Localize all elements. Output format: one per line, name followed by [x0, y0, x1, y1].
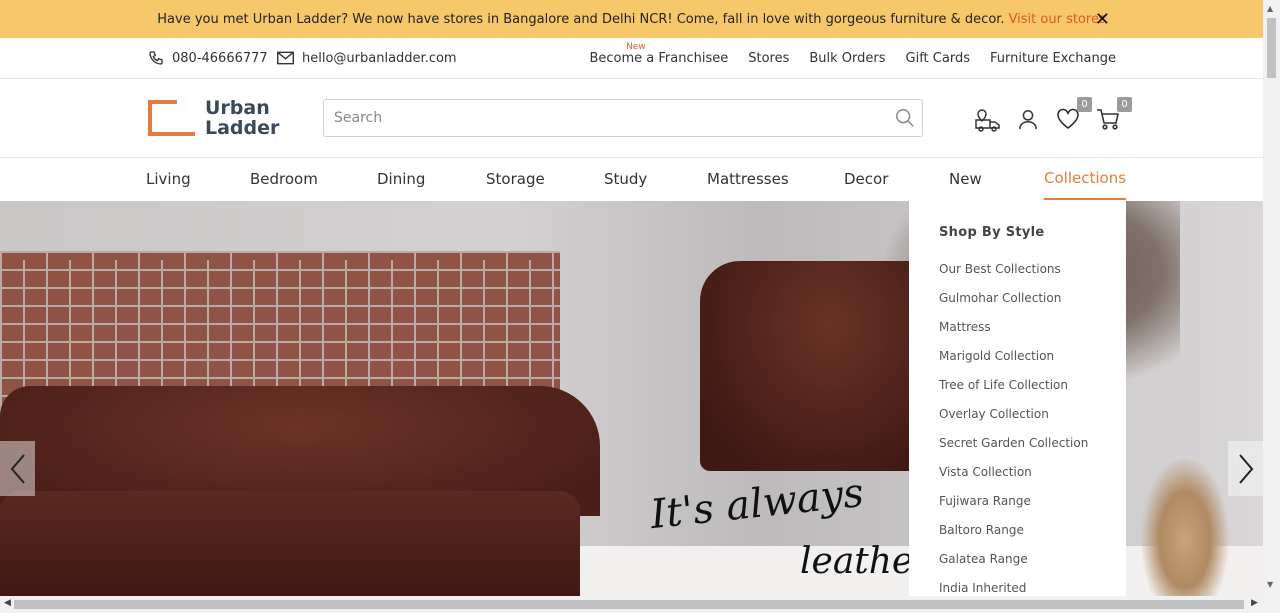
dropdown-item[interactable]: Overlay Collection	[939, 407, 1126, 436]
link-bulk-orders[interactable]: Bulk Orders	[809, 51, 885, 66]
link-gift-cards[interactable]: Gift Cards	[906, 51, 970, 66]
dropdown-item[interactable]: Mattress	[939, 320, 1126, 349]
main-nav: Living Bedroom Dining Storage Study Matt…	[0, 158, 1263, 201]
scroll-down-arrow-icon[interactable]: ▼	[1267, 580, 1273, 589]
logo-line1: Urban	[205, 97, 270, 119]
carousel-prev-button[interactable]	[0, 441, 35, 496]
dropdown-item[interactable]: Secret Garden Collection	[939, 436, 1126, 465]
nav-new[interactable]: New	[949, 158, 982, 200]
link-franchisee[interactable]: Become a Franchisee	[589, 51, 728, 66]
scroll-right-arrow-icon[interactable]: ▶	[1251, 598, 1258, 608]
email-address: hello@urbanladder.com	[302, 50, 457, 66]
cart-icon	[1097, 109, 1119, 130]
vertical-scroll-thumb[interactable]	[1267, 18, 1276, 78]
nav-collections[interactable]: Collections	[1044, 158, 1127, 200]
search-icon[interactable]	[894, 107, 916, 129]
truck-location-icon	[975, 109, 1000, 132]
header-icons: 0 0	[968, 97, 1132, 137]
site-header: Urban Ladder 0 0	[0, 79, 1263, 158]
nav-living[interactable]: Living	[146, 158, 191, 200]
hero-tagline: It's always	[648, 469, 866, 539]
dropdown-item[interactable]: Galatea Range	[939, 552, 1126, 581]
dropdown-item[interactable]: Baltoro Range	[939, 523, 1126, 552]
collections-dropdown: Shop By Style Our Best Collections Gulmo…	[909, 201, 1126, 596]
dropdown-item[interactable]: Gulmohar Collection	[939, 291, 1126, 320]
nav-dining[interactable]: Dining	[377, 158, 425, 200]
wishlist-button[interactable]: 0	[1048, 97, 1092, 137]
cart-count: 0	[1117, 97, 1132, 112]
phone-number: 080-46666777	[172, 50, 268, 66]
link-stores[interactable]: Stores	[748, 51, 789, 66]
carousel-next-button[interactable]	[1228, 441, 1263, 496]
dropdown-item[interactable]: Vista Collection	[939, 465, 1126, 494]
email-contact[interactable]: hello@urbanladder.com	[277, 38, 457, 78]
contact-bar: 080-46666777 hello@urbanladder.com New B…	[0, 38, 1263, 79]
chevron-right-icon	[1238, 453, 1253, 484]
announcement-bar: Have you met Urban Ladder? We now have s…	[0, 0, 1263, 38]
close-icon[interactable]: ✕	[1095, 9, 1110, 30]
pampas-grass-image	[1140, 456, 1230, 596]
utility-links: Become a Franchisee Stores Bulk Orders G…	[569, 38, 1116, 78]
user-icon	[1019, 110, 1037, 130]
search-input[interactable]	[334, 110, 874, 126]
dropdown-item[interactable]: Our Best Collections	[939, 262, 1126, 291]
scroll-up-arrow-icon[interactable]: ▲	[1267, 4, 1273, 13]
dropdown-item[interactable]: India Inherited	[939, 581, 1126, 596]
sofa-seat-image	[0, 491, 580, 596]
logo[interactable]: Urban Ladder	[148, 98, 279, 138]
search-box	[323, 99, 923, 137]
logo-mark	[148, 100, 195, 136]
mail-icon	[277, 51, 294, 65]
vertical-scrollbar[interactable]: ▲ ▼	[1263, 0, 1280, 596]
nav-bedroom[interactable]: Bedroom	[250, 158, 318, 200]
cart-button[interactable]: 0	[1088, 97, 1132, 137]
nav-decor[interactable]: Decor	[844, 158, 888, 200]
dropdown-item[interactable]: Tree of Life Collection	[939, 378, 1126, 407]
horizontal-scrollbar[interactable]: ◀ ▶	[0, 596, 1280, 613]
horizontal-scroll-thumb[interactable]	[14, 600, 1244, 609]
dropdown-item[interactable]: Fujiwara Range	[939, 494, 1126, 523]
scroll-left-arrow-icon[interactable]: ◀	[4, 598, 11, 608]
phone-icon	[149, 51, 163, 65]
logo-text: Urban Ladder	[205, 98, 279, 138]
nav-mattresses[interactable]: Mattresses	[707, 158, 789, 200]
nav-storage[interactable]: Storage	[486, 158, 545, 200]
chevron-left-icon	[10, 453, 25, 484]
dropdown-item[interactable]: Marigold Collection	[939, 349, 1126, 378]
profile-button[interactable]	[1008, 101, 1048, 137]
phone-contact[interactable]: 080-46666777	[148, 38, 268, 78]
nav-study[interactable]: Study	[604, 158, 647, 200]
link-furniture-exchange[interactable]: Furniture Exchange	[990, 51, 1116, 66]
heart-icon	[1057, 108, 1079, 129]
track-order-button[interactable]	[968, 101, 1008, 137]
announcement-text: Have you met Urban Ladder? We now have s…	[157, 11, 1005, 27]
logo-line2: Ladder	[205, 117, 280, 139]
dropdown-heading: Shop By Style	[939, 225, 1045, 240]
visit-stores-link[interactable]: Visit our stores	[1009, 12, 1106, 27]
